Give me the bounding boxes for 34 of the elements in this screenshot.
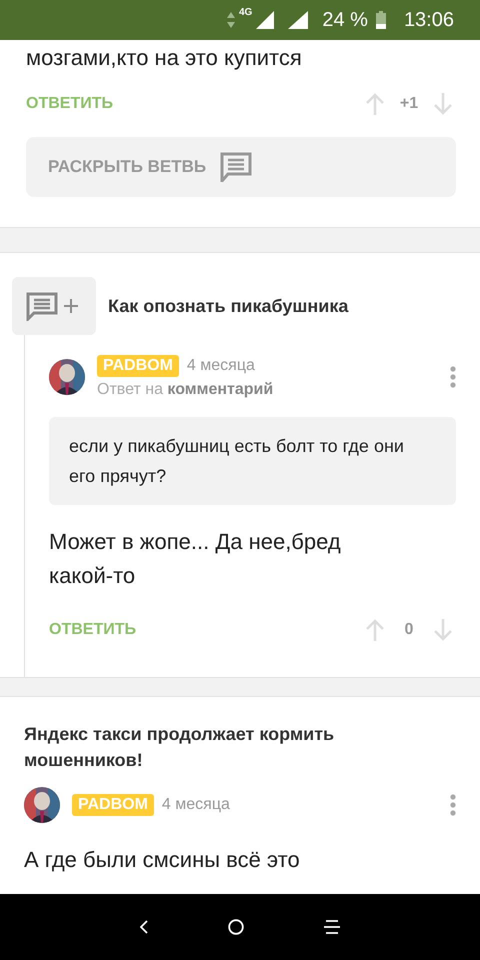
comment-icon xyxy=(220,152,252,182)
signal-icon xyxy=(256,11,274,29)
post-title[interactable]: Как опознать пикабушника xyxy=(108,293,348,319)
reply-link[interactable]: ОТВЕТИТЬ xyxy=(26,95,113,113)
menu-icon[interactable] xyxy=(324,920,340,934)
score: +1 xyxy=(398,95,420,113)
comment-text: мозгами,кто на это купится xyxy=(26,44,303,72)
author-badge[interactable]: PADBOM xyxy=(97,355,179,377)
more-icon[interactable] xyxy=(450,366,456,388)
back-icon[interactable] xyxy=(140,920,148,934)
upvote-icon[interactable] xyxy=(366,619,384,641)
comment-text: Может в жопе... Да нее,бред какой-то xyxy=(49,528,342,590)
home-icon[interactable] xyxy=(228,919,244,935)
battery-percent: 24 % xyxy=(322,8,368,32)
downvote-icon[interactable] xyxy=(434,93,452,115)
expand-thread-button[interactable]: РАСКРЫТЬ ВЕТВЬ xyxy=(26,137,456,197)
quoted-comment: если у пикабушниц есть болт то где они его прячут? xyxy=(49,417,456,505)
clock: 13:06 xyxy=(404,8,454,32)
downvote-icon[interactable] xyxy=(434,619,452,641)
data-arrows-icon xyxy=(227,12,235,28)
comment-text: А где были смсины всё это xyxy=(24,846,301,874)
reply-to-text[interactable]: Ответ на комментарий xyxy=(97,381,274,399)
upvote-icon[interactable] xyxy=(366,93,384,115)
score: 0 xyxy=(404,621,414,639)
comment-age: 4 месяца xyxy=(186,357,255,375)
post-title[interactable]: Яндекс такси продолжает кормить мошенников! xyxy=(24,721,456,773)
reply-link[interactable]: ОТВЕТИТЬ xyxy=(49,621,136,639)
add-comment-button[interactable] xyxy=(12,277,96,335)
signal-icon xyxy=(288,11,308,29)
author-badge[interactable]: PADBOM xyxy=(72,794,154,816)
more-icon[interactable] xyxy=(450,794,456,816)
network-type: 4G xyxy=(239,7,252,18)
battery-icon xyxy=(376,11,386,29)
comment-age: 4 месяца xyxy=(162,796,230,814)
